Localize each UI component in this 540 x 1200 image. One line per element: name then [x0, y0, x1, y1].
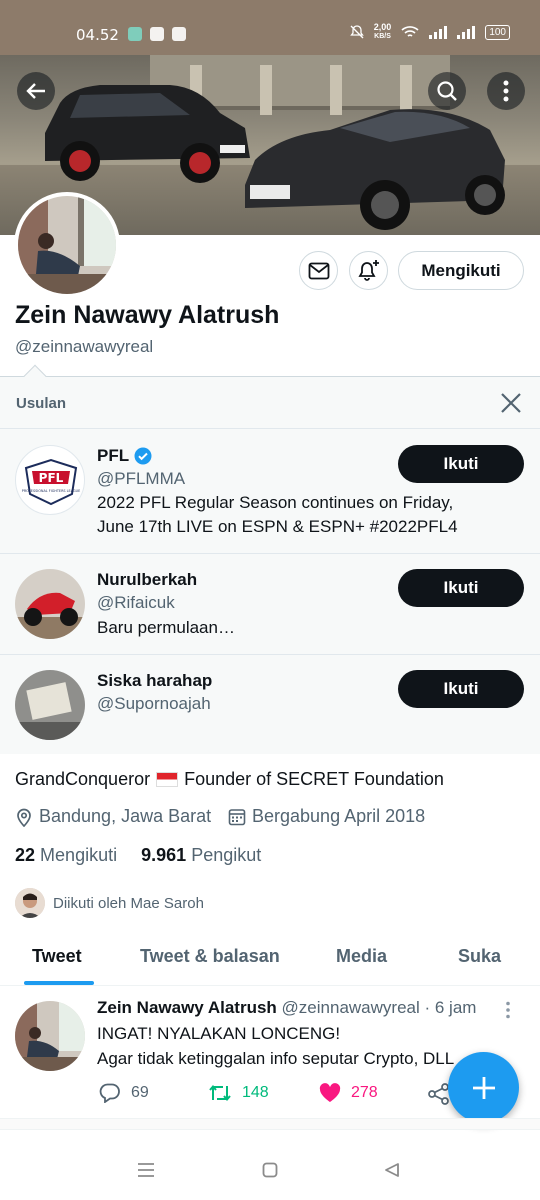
svg-text:PROFESSIONAL FIGHTERS LEAGUE: PROFESSIONAL FIGHTERS LEAGUE	[22, 489, 80, 493]
follow-button[interactable]: Ikuti	[398, 445, 524, 483]
back-arrow-icon	[26, 83, 45, 99]
suggestion-handle: @Supornoajah	[97, 694, 211, 713]
suggestion-name[interactable]: Siska harahap	[97, 671, 212, 691]
search-icon	[437, 81, 457, 101]
suggestion-item[interactable]: Nurulberkah @Rifaicuk Baru permulaan… Ik…	[0, 553, 540, 654]
suggestion-bio: Baru permulaan…	[97, 618, 235, 637]
verified-badge-icon	[134, 447, 152, 465]
profile-bio: GrandConqueror Founder of SECRET Foundat…	[15, 769, 444, 789]
profile-location: Bandung, Jawa Barat	[15, 806, 211, 827]
follow-button[interactable]: Ikuti	[398, 670, 524, 708]
suggestion-item[interactable]: PFL PROFESSIONAL FIGHTERS LEAGUE PFL @PF…	[0, 428, 540, 553]
tweet-text[interactable]: INGAT! NYALAKAN LONCENG! Agar tidak keti…	[97, 1021, 497, 1071]
location-pin-icon	[17, 808, 31, 827]
following-link[interactable]: 22 Mengikuti	[15, 845, 117, 865]
bell-plus-icon	[357, 259, 379, 281]
suggestions-title: Usulan	[16, 395, 67, 412]
message-button[interactable]	[299, 251, 338, 290]
heart-icon	[319, 1083, 341, 1102]
mute-bell-icon	[349, 25, 364, 39]
system-navigation-bar	[0, 1140, 540, 1200]
suggestion-name[interactable]: Nurulberkah	[97, 570, 197, 590]
following-button[interactable]: Mengikuti	[398, 251, 524, 290]
more-vertical-icon	[503, 80, 509, 102]
profile-tabs: Tweet Tweet & balasan Media Suka	[0, 932, 540, 986]
search-button[interactable]	[428, 72, 466, 110]
tab-tweet[interactable]: Tweet	[32, 946, 82, 967]
suggestion-photo	[15, 670, 85, 740]
close-icon[interactable]	[499, 391, 523, 415]
signal-icon	[429, 25, 448, 39]
suggestion-bio: 2022 PFL Regular Season continues on Fri…	[97, 493, 458, 536]
home-icon[interactable]	[262, 1162, 278, 1178]
follower-avatar	[15, 888, 45, 918]
status-time: 04.52	[76, 26, 119, 44]
status-right: 2,00 KB/S 100	[349, 22, 510, 41]
suggestion-item[interactable]: Siska harahap @Supornoajah Ikuti	[0, 654, 540, 754]
followers-link[interactable]: 9.961 Pengikut	[141, 845, 261, 865]
notification-icons	[128, 27, 186, 41]
retweet-icon	[209, 1084, 231, 1102]
profile-avatar[interactable]	[14, 192, 120, 298]
black-sports-car-image	[245, 109, 505, 230]
tweet-header: Zein Nawawy Alatrush @zeinnawawyreal · 6…	[97, 998, 477, 1017]
share-action[interactable]	[428, 1083, 450, 1105]
more-vertical-icon[interactable]	[505, 1001, 511, 1019]
reply-icon	[99, 1083, 120, 1103]
like-action[interactable]: 278	[319, 1083, 378, 1103]
back-triangle-icon[interactable]	[384, 1162, 400, 1178]
follow-button[interactable]: Ikuti	[398, 569, 524, 607]
profile-handle: @zeinnawawyreal	[15, 337, 154, 356]
svg-text:PFL: PFL	[39, 471, 64, 485]
suggestion-handle: @PFLMMA	[97, 469, 186, 488]
section-divider	[0, 1118, 540, 1130]
tab-likes[interactable]: Suka	[458, 946, 501, 967]
tab-tweet-replies[interactable]: Tweet & balasan	[140, 946, 280, 967]
share-icon	[428, 1083, 449, 1105]
compose-plus-icon	[472, 1076, 495, 1099]
retweet-action[interactable]: 148	[208, 1083, 269, 1103]
tweet-avatar[interactable]	[15, 1001, 85, 1071]
profile-photo	[18, 196, 116, 294]
tab-media[interactable]: Media	[336, 946, 387, 967]
profile-name: Zein Nawawy Alatrush	[15, 301, 280, 329]
network-speed: 2,00 KB/S	[373, 22, 392, 41]
indonesia-flag-icon	[156, 772, 179, 787]
mail-icon	[308, 262, 329, 279]
pfl-logo-avatar: PFL PROFESSIONAL FIGHTERS LEAGUE	[15, 445, 85, 515]
profile-joined: Bergabung April 2018	[228, 806, 425, 827]
motorbike-photo	[15, 569, 85, 639]
back-button[interactable]	[17, 72, 55, 110]
compose-tweet-button[interactable]	[448, 1052, 519, 1123]
notifications-button[interactable]	[349, 251, 388, 290]
suggestion-handle: @Rifaicuk	[97, 593, 175, 612]
active-tab-indicator	[24, 981, 94, 985]
black-suv-image	[45, 85, 250, 183]
recent-apps-icon[interactable]	[137, 1162, 155, 1178]
more-options-button[interactable]	[487, 72, 525, 110]
wifi-icon	[401, 26, 419, 37]
status-bar: 04.52 2,00 KB/S 100	[0, 0, 540, 55]
signal-icon-2	[457, 25, 476, 39]
suggestion-name[interactable]: PFL	[97, 446, 152, 466]
followed-by[interactable]: Diikuti oleh Mae Saroh	[15, 888, 204, 918]
battery-icon: 100	[485, 24, 510, 40]
suggestion-avatar	[15, 670, 85, 740]
follow-counts: 22 Mengikuti 9.961 Pengikut	[15, 845, 261, 866]
reply-action[interactable]: 69	[99, 1083, 149, 1103]
suggestion-avatar	[15, 569, 85, 639]
calendar-icon	[228, 808, 246, 825]
pfl-logo: PFL PROFESSIONAL FIGHTERS LEAGUE	[22, 458, 80, 506]
